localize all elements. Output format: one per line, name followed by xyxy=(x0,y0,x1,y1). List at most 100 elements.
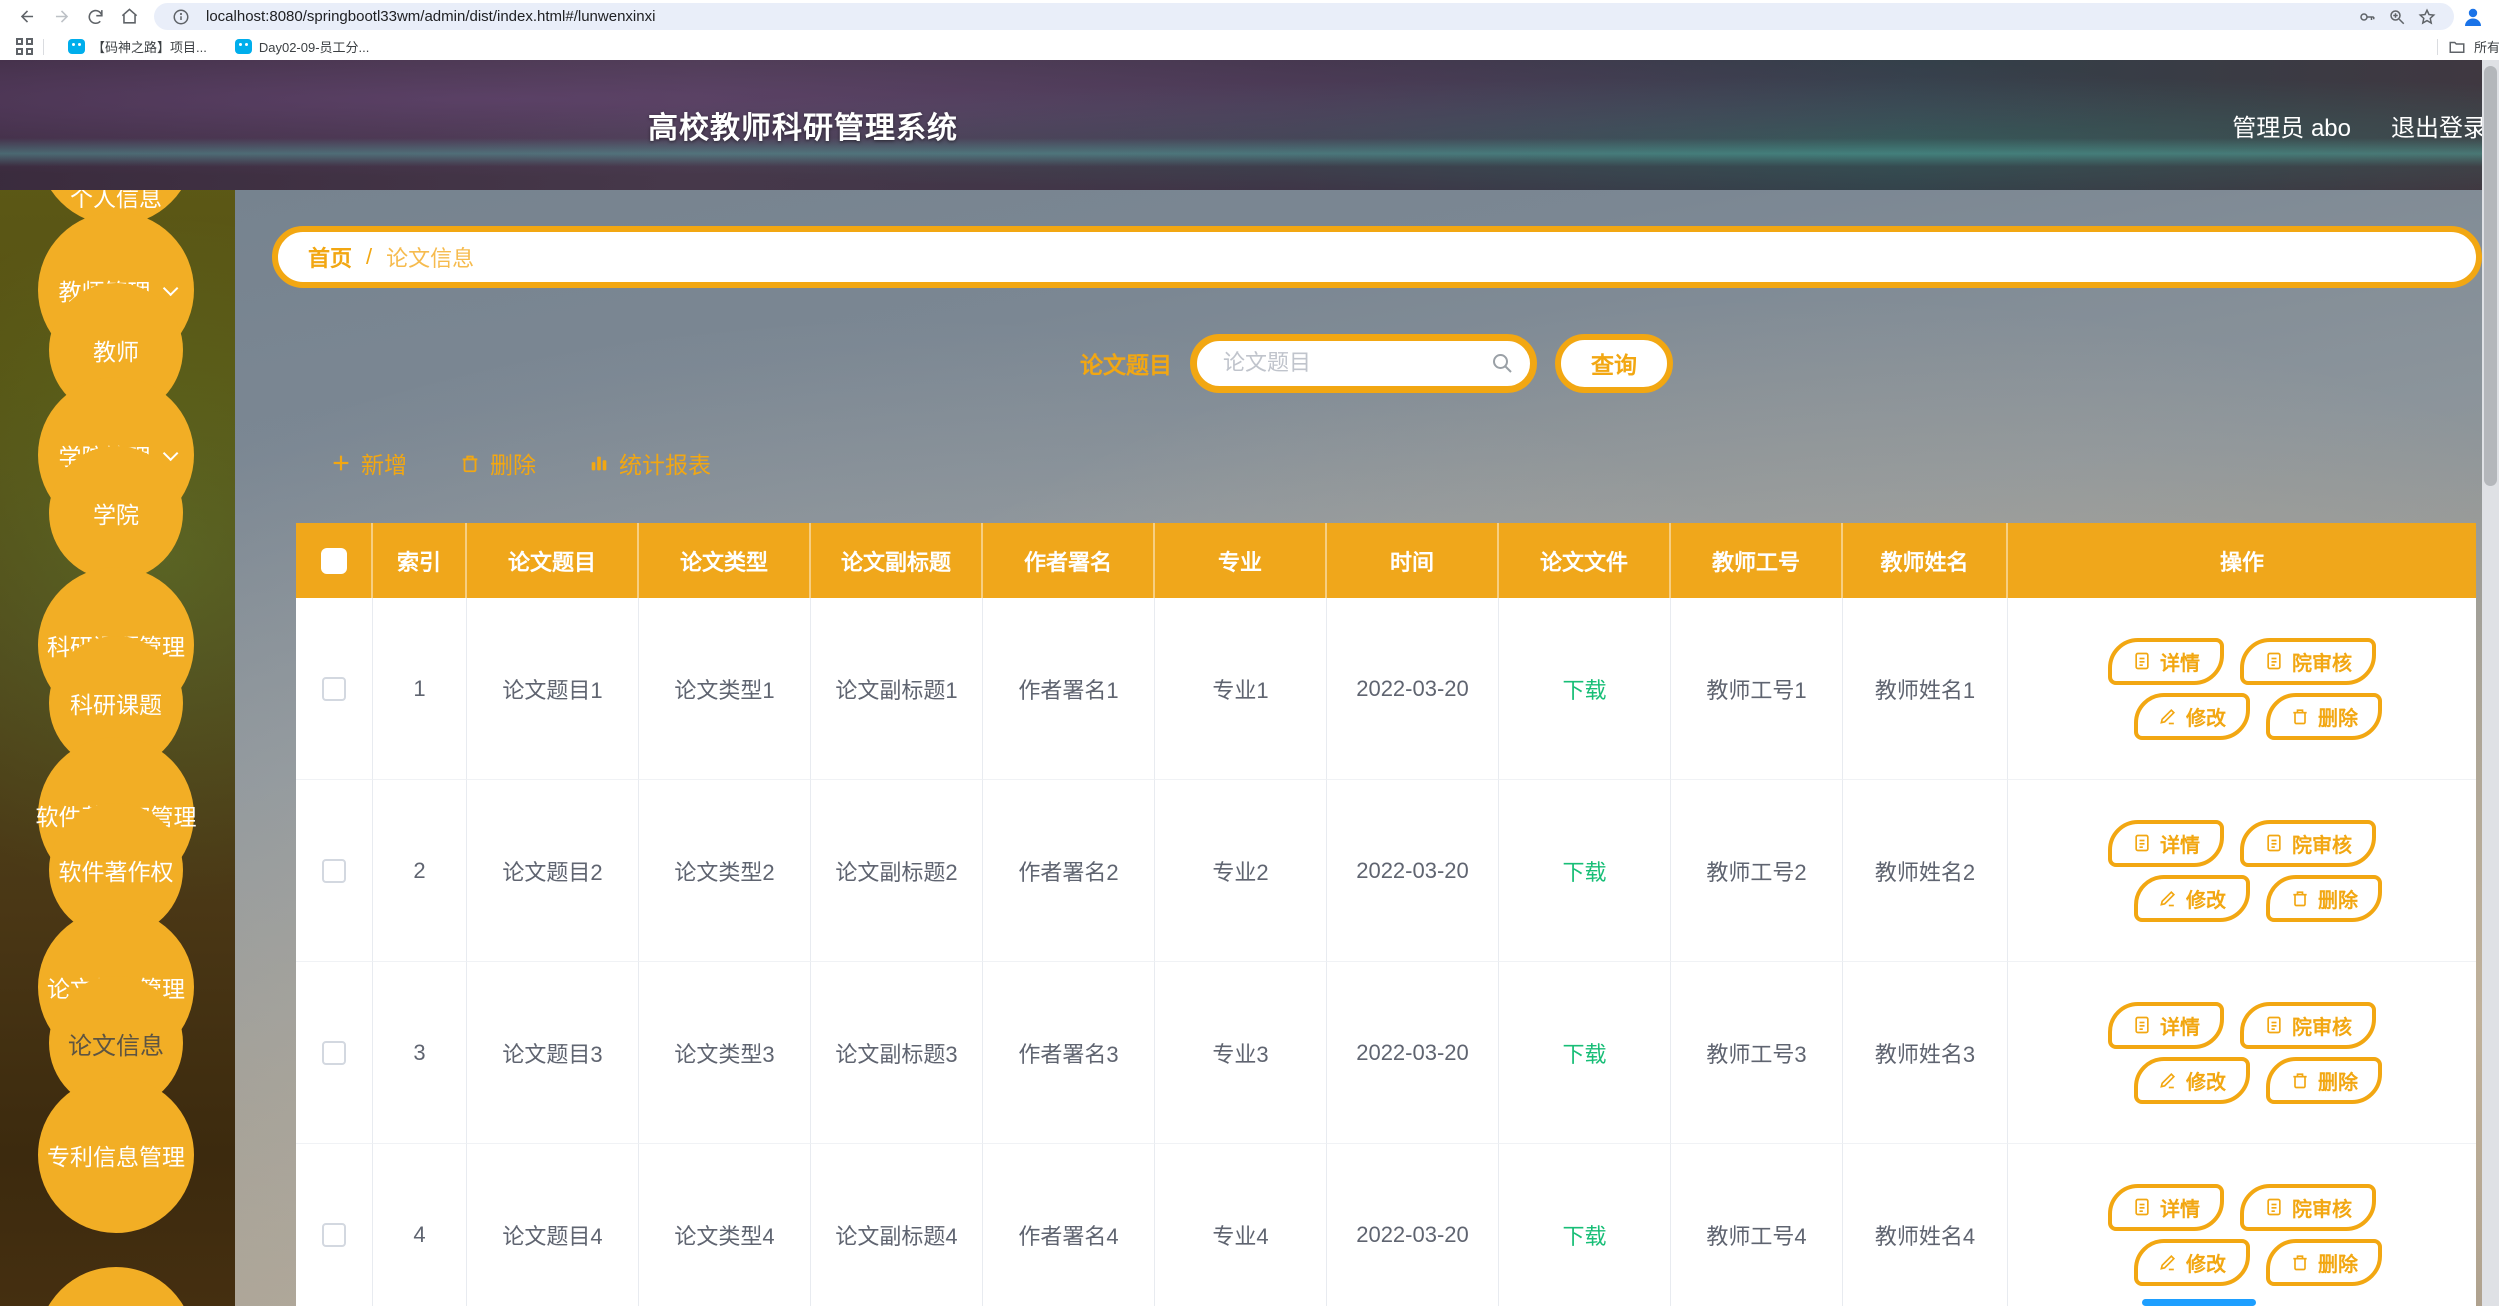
column-header: 时间 xyxy=(1327,523,1499,598)
cell-subtitle: 论文副标题3 xyxy=(811,962,983,1144)
download-link[interactable]: 下载 xyxy=(1562,1219,1606,1251)
row-checkbox[interactable] xyxy=(322,1041,346,1065)
column-header: 论文题目 xyxy=(467,523,639,598)
tv-favicon-icon xyxy=(235,39,252,54)
select-all-checkbox[interactable] xyxy=(321,548,347,574)
cell-date: 2022-03-20 xyxy=(1327,1144,1499,1306)
detail-button[interactable]: 详情 xyxy=(2108,638,2224,685)
forward-icon[interactable] xyxy=(44,3,78,31)
cell-index: 4 xyxy=(373,1144,467,1306)
row-checkbox[interactable] xyxy=(322,859,346,883)
all-bookmarks-label: 所有书签 xyxy=(2474,37,2499,56)
breadcrumb-current: 论文信息 xyxy=(386,241,474,273)
row-checkbox[interactable] xyxy=(322,1223,346,1247)
sidebar-group-patent-info-mgmt[interactable]: 专利信息管理 xyxy=(38,1077,194,1233)
home-icon[interactable] xyxy=(112,3,146,31)
sidebar-item-college[interactable]: 学院 xyxy=(49,446,183,580)
cell-type: 论文类型1 xyxy=(639,598,811,780)
bookmark-item[interactable]: Day02-09-员工分... xyxy=(235,37,370,56)
profile-avatar[interactable] xyxy=(2460,4,2486,30)
delete-button[interactable]: 删除 xyxy=(459,446,536,480)
divider xyxy=(2437,39,2438,55)
all-bookmarks-button[interactable]: 所有书签 xyxy=(2427,37,2499,56)
trash-icon xyxy=(2290,888,2310,908)
remove-button[interactable]: 删除 xyxy=(2266,1057,2382,1104)
row-checkbox[interactable] xyxy=(322,677,346,701)
cell-actions: 详情 院审核 修改 删除 xyxy=(2008,962,2476,1144)
add-button[interactable]: 新增 xyxy=(330,446,407,480)
cell-author: 作者署名3 xyxy=(983,962,1155,1144)
search-icon xyxy=(1490,351,1514,375)
cell-type: 论文类型3 xyxy=(639,962,811,1144)
document-icon xyxy=(2264,833,2284,853)
detail-button[interactable]: 详情 xyxy=(2108,820,2224,867)
cell-teacher-name: 教师姓名2 xyxy=(1843,780,2008,962)
remove-button[interactable]: 删除 xyxy=(2266,1239,2382,1286)
report-button[interactable]: 统计报表 xyxy=(588,446,711,480)
star-icon[interactable] xyxy=(2412,6,2442,28)
cell-actions: 详情 院审核 修改 删除 xyxy=(2008,598,2476,780)
bookmark-label: 【码神之路】项目... xyxy=(92,37,207,56)
cell-index: 2 xyxy=(373,780,467,962)
logout-button[interactable]: 退出登录 xyxy=(2391,108,2487,143)
search-field-label: 论文题目 xyxy=(1080,346,1172,380)
document-icon xyxy=(2264,1015,2284,1035)
document-icon xyxy=(2132,651,2152,671)
refresh-icon[interactable] xyxy=(78,3,112,31)
query-button[interactable]: 查询 xyxy=(1555,334,1673,393)
cell-title: 论文题目3 xyxy=(467,962,639,1144)
back-icon[interactable] xyxy=(10,3,44,31)
breadcrumb-home-link[interactable]: 首页 xyxy=(308,241,352,273)
edit-button[interactable]: 修改 xyxy=(2134,1057,2250,1104)
trash-icon xyxy=(459,452,481,474)
zoom-icon[interactable] xyxy=(2382,6,2412,28)
breadcrumb-separator: / xyxy=(366,244,372,270)
page-scrollbar[interactable] xyxy=(2482,60,2499,1306)
sidebar: 个人信息 教师管理 教师 学院管理 学院 科研课题管理 科研课题 软件著作权管理… xyxy=(0,60,235,1306)
cell-teacher-id: 教师工号4 xyxy=(1671,1144,1843,1306)
edit-button[interactable]: 修改 xyxy=(2134,693,2250,740)
bookmark-item[interactable]: 【码神之路】项目... xyxy=(68,37,207,56)
edit-button[interactable]: 修改 xyxy=(2134,1239,2250,1286)
plus-icon xyxy=(330,452,352,474)
trash-icon xyxy=(2290,1252,2310,1272)
review-button[interactable]: 院审核 xyxy=(2240,1184,2376,1231)
review-button[interactable]: 院审核 xyxy=(2240,1002,2376,1049)
sidebar-item-partial-bottom[interactable] xyxy=(38,1267,194,1306)
chevron-down-icon xyxy=(162,280,178,296)
table-row: 1 论文题目1 论文类型1 论文副标题1 作者署名1 专业1 2022-03-2… xyxy=(296,598,2476,780)
download-link[interactable]: 下载 xyxy=(1562,673,1606,705)
cell-teacher-id: 教师工号2 xyxy=(1671,780,1843,962)
remove-button[interactable]: 删除 xyxy=(2266,875,2382,922)
search-input[interactable] xyxy=(1223,350,1490,376)
column-header: 索引 xyxy=(373,523,467,598)
table-header-row: 索引 论文题目 论文类型 论文副标题 作者署名 专业 时间 论文文件 教师工号 … xyxy=(296,523,2476,598)
url-bar[interactable]: localhost:8080/springbootl33wm/admin/dis… xyxy=(154,3,2454,30)
document-icon xyxy=(2264,1197,2284,1217)
column-header: 教师姓名 xyxy=(1843,523,2008,598)
download-link[interactable]: 下载 xyxy=(1562,855,1606,887)
scrollbar-thumb[interactable] xyxy=(2484,66,2497,486)
password-key-icon[interactable] xyxy=(2352,6,2382,28)
cell-major: 专业2 xyxy=(1155,780,1327,962)
detail-button[interactable]: 详情 xyxy=(2108,1184,2224,1231)
pencil-icon xyxy=(2158,888,2178,908)
cell-title: 论文题目1 xyxy=(467,598,639,780)
pencil-icon xyxy=(2158,706,2178,726)
detail-button[interactable]: 详情 xyxy=(2108,1002,2224,1049)
review-button[interactable]: 院审核 xyxy=(2240,820,2376,867)
remove-button[interactable]: 删除 xyxy=(2266,693,2382,740)
download-link[interactable]: 下载 xyxy=(1562,1037,1606,1069)
horizontal-scroll-indicator[interactable] xyxy=(2142,1299,2256,1306)
review-button[interactable]: 院审核 xyxy=(2240,638,2376,685)
browser-toolbar: localhost:8080/springbootl33wm/admin/dis… xyxy=(0,0,2499,33)
cell-title: 论文题目4 xyxy=(467,1144,639,1306)
cell-index: 3 xyxy=(373,962,467,1144)
apps-grid-icon[interactable] xyxy=(16,38,33,55)
cell-date: 2022-03-20 xyxy=(1327,598,1499,780)
edit-button[interactable]: 修改 xyxy=(2134,875,2250,922)
info-icon[interactable] xyxy=(166,6,196,28)
folder-icon xyxy=(2448,38,2466,56)
cell-subtitle: 论文副标题2 xyxy=(811,780,983,962)
column-header: 作者署名 xyxy=(983,523,1155,598)
